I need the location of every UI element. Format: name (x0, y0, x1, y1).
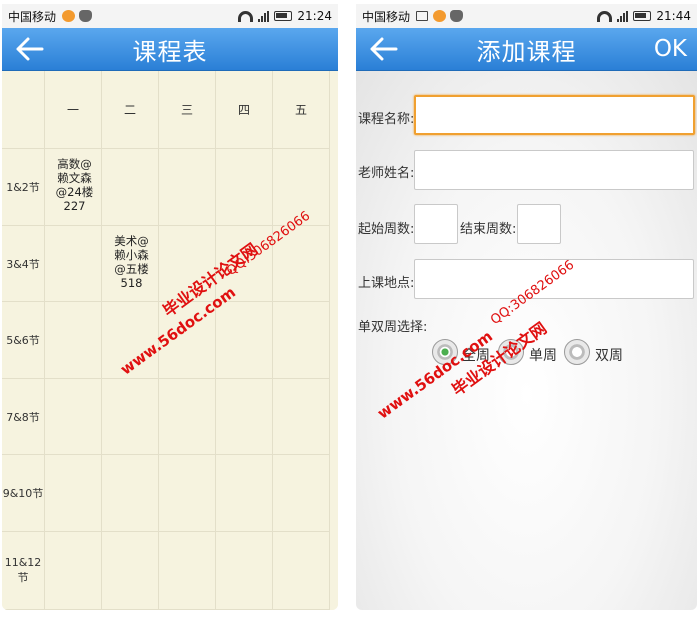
back-button[interactable] (368, 34, 402, 64)
add-course-screen: 中国移动 21:44 添加课程 OK 课程名称: 老师姓名: 起始周数: 结束周… (356, 4, 697, 610)
page-title: 添加课程 (476, 37, 577, 66)
notification-app-icon (433, 10, 447, 22)
battery-icon (633, 11, 652, 21)
period-label: 3&4节 (2, 226, 45, 302)
carrier-name: 中国移动 (362, 9, 411, 24)
corner-cell (2, 71, 45, 149)
timetable-slot[interactable] (273, 302, 330, 379)
timetable-header: 课程表 (2, 28, 338, 71)
timetable-slot[interactable] (216, 302, 273, 379)
timetable-slot[interactable] (45, 532, 102, 610)
battery-icon (274, 11, 293, 21)
timetable-slot[interactable] (45, 455, 102, 532)
day-header: 一 (45, 71, 102, 149)
ok-button[interactable]: OK (654, 36, 687, 62)
page-title: 课程表 (132, 37, 208, 66)
gallery-notification-icon (416, 11, 429, 21)
timetable-slot[interactable] (216, 455, 273, 532)
start-week-input[interactable] (414, 204, 458, 244)
radio-even-weeks[interactable] (564, 339, 590, 365)
timetable-slot[interactable] (159, 149, 216, 226)
notification-cat-icon (450, 10, 464, 22)
back-button[interactable] (14, 34, 48, 64)
back-arrow-icon (370, 37, 398, 61)
timetable-slot[interactable] (273, 532, 330, 610)
timetable-slot[interactable] (273, 379, 330, 455)
clock: 21:24 (297, 9, 332, 23)
day-header: 四 (216, 71, 273, 149)
timetable-slot[interactable] (159, 379, 216, 455)
course-cell[interactable]: 美术@赖小森@五楼518 (102, 226, 159, 302)
back-arrow-icon (16, 37, 44, 61)
course-cell[interactable]: 高数@赖文森@24楼227 (45, 149, 102, 226)
carrier-name: 中国移动 (8, 9, 57, 24)
location-label: 上课地点: (358, 276, 415, 291)
timetable-slot[interactable] (102, 379, 159, 455)
course-name-input[interactable] (414, 95, 695, 135)
timetable-slot[interactable] (102, 532, 159, 610)
add-course-header: 添加课程 OK (356, 28, 697, 71)
day-header: 五 (273, 71, 330, 149)
end-week-input[interactable] (517, 204, 561, 244)
signal-icon (617, 10, 629, 22)
timetable-slot[interactable] (159, 455, 216, 532)
signal-icon (258, 10, 270, 22)
wifi-icon (238, 10, 254, 22)
clock: 21:44 (656, 9, 691, 23)
teacher-name-input[interactable] (414, 150, 694, 190)
timetable-slot[interactable] (159, 532, 216, 610)
radio-odd-weeks-label: 单周 (529, 348, 557, 364)
status-bar: 中国移动 21:44 (356, 4, 697, 28)
timetable-slot[interactable] (102, 149, 159, 226)
period-label: 11&12节 (2, 532, 45, 610)
timetable-slot[interactable] (273, 455, 330, 532)
period-label: 7&8节 (2, 379, 45, 455)
timetable-slot[interactable] (216, 379, 273, 455)
teacher-name-label: 老师姓名: (358, 166, 415, 181)
radio-even-weeks-label: 双周 (595, 348, 623, 364)
day-header: 三 (159, 71, 216, 149)
period-label: 1&2节 (2, 149, 45, 226)
day-header: 二 (102, 71, 159, 149)
notification-cat-icon (79, 10, 93, 22)
notification-app-icon (62, 10, 76, 22)
status-bar: 中国移动 21:24 (2, 4, 338, 28)
timetable-slot[interactable] (45, 379, 102, 455)
timetable-slot[interactable] (102, 455, 159, 532)
week-type-label: 单双周选择: (358, 320, 428, 335)
period-label: 5&6节 (2, 302, 45, 379)
timetable-slot[interactable] (216, 532, 273, 610)
timetable-slot[interactable] (216, 149, 273, 226)
start-week-label: 起始周数: (358, 222, 415, 237)
period-label: 9&10节 (2, 455, 45, 532)
wifi-icon (597, 10, 613, 22)
course-name-label: 课程名称: (358, 112, 415, 127)
end-week-label: 结束周数: (460, 222, 517, 237)
timetable-slot[interactable] (45, 226, 102, 302)
timetable-screen: 中国移动 21:24 课程表 一 二 三 四 五 1&2节 3&4节 5&6节 … (2, 4, 338, 610)
timetable-slot[interactable] (45, 302, 102, 379)
